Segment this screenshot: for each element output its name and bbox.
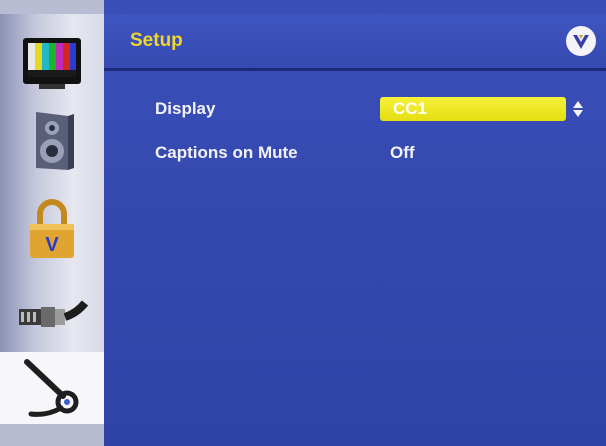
padlock-icon: V — [30, 199, 74, 258]
sidebar: V — [0, 0, 104, 446]
captions-on-mute-value[interactable]: Off — [390, 143, 415, 163]
menu-item-display-label[interactable]: Display — [155, 99, 215, 119]
wrench-icon — [24, 359, 79, 417]
sidebar-item-audio[interactable] — [6, 104, 98, 178]
display-value[interactable]: CC1 — [393, 99, 427, 119]
menu-header: Setup — [104, 14, 606, 71]
speaker-icon — [36, 112, 74, 170]
page-title: Setup — [130, 30, 183, 51]
sidebar-item-setup[interactable] — [0, 352, 104, 426]
sidebar-item-picture[interactable] — [6, 26, 98, 100]
cable-connector-icon — [19, 300, 89, 327]
osd-screen: V Setup Display CC1 Captions on Mute Off — [0, 0, 606, 446]
tv-color-bars-icon — [23, 38, 81, 89]
svg-text:V: V — [45, 234, 59, 256]
sidebar-top-cap — [0, 0, 104, 14]
menu-item-captions-on-mute-label[interactable]: Captions on Mute — [155, 143, 298, 163]
sidebar-item-input[interactable] — [6, 278, 98, 352]
up-down-arrows-icon[interactable] — [571, 99, 585, 119]
vizio-logo-icon — [566, 26, 596, 56]
sidebar-bottom-cap — [0, 424, 104, 446]
sidebar-item-parental[interactable]: V — [6, 192, 98, 266]
